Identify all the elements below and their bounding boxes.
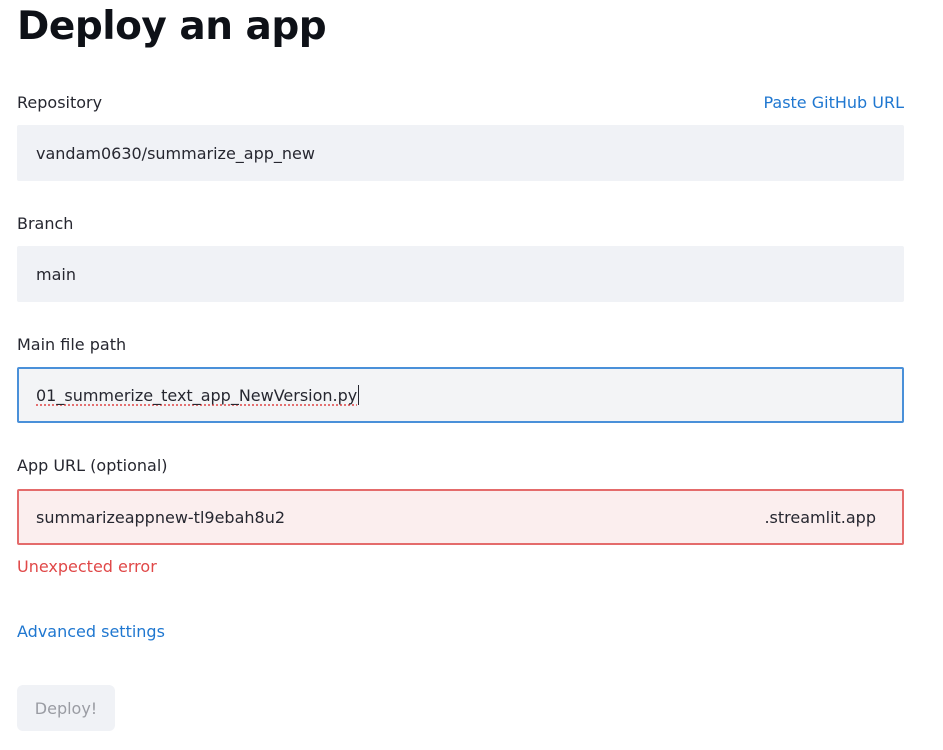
advanced-settings-link[interactable]: Advanced settings xyxy=(17,622,165,641)
app-url-error-message: Unexpected error xyxy=(17,557,157,576)
main-file-label-row: Main file path xyxy=(17,332,904,356)
main-file-value: 01_summerize_text_app_NewVersion.py xyxy=(36,385,358,405)
app-url-label: App URL (optional) xyxy=(17,455,168,475)
branch-label: Branch xyxy=(17,213,74,233)
branch-input[interactable]: main xyxy=(17,246,904,302)
branch-value: main xyxy=(36,264,76,284)
branch-label-row: Branch xyxy=(17,211,904,235)
text-caret xyxy=(358,385,360,405)
main-file-input[interactable]: 01_summerize_text_app_NewVersion.py xyxy=(17,367,904,423)
repository-input[interactable]: vandam0630/summarize_app_new xyxy=(17,125,904,181)
app-url-suffix: .streamlit.app xyxy=(764,507,876,527)
paste-github-url-link[interactable]: Paste GitHub URL xyxy=(763,93,904,112)
app-url-label-row: App URL (optional) xyxy=(17,453,904,477)
repository-label: Repository xyxy=(17,92,103,112)
deploy-button[interactable]: Deploy! xyxy=(17,685,115,731)
main-file-label: Main file path xyxy=(17,334,127,354)
app-url-value: summarizeappnew-tl9ebah8u2 xyxy=(36,507,286,527)
repository-label-row: Repository Paste GitHub URL xyxy=(17,90,904,114)
page-title: Deploy an app xyxy=(17,4,327,49)
app-url-input[interactable]: summarizeappnew-tl9ebah8u2 .streamlit.ap… xyxy=(17,489,904,545)
repository-value: vandam0630/summarize_app_new xyxy=(36,143,315,163)
deploy-app-page: Deploy an app Repository Paste GitHub UR… xyxy=(0,0,943,750)
